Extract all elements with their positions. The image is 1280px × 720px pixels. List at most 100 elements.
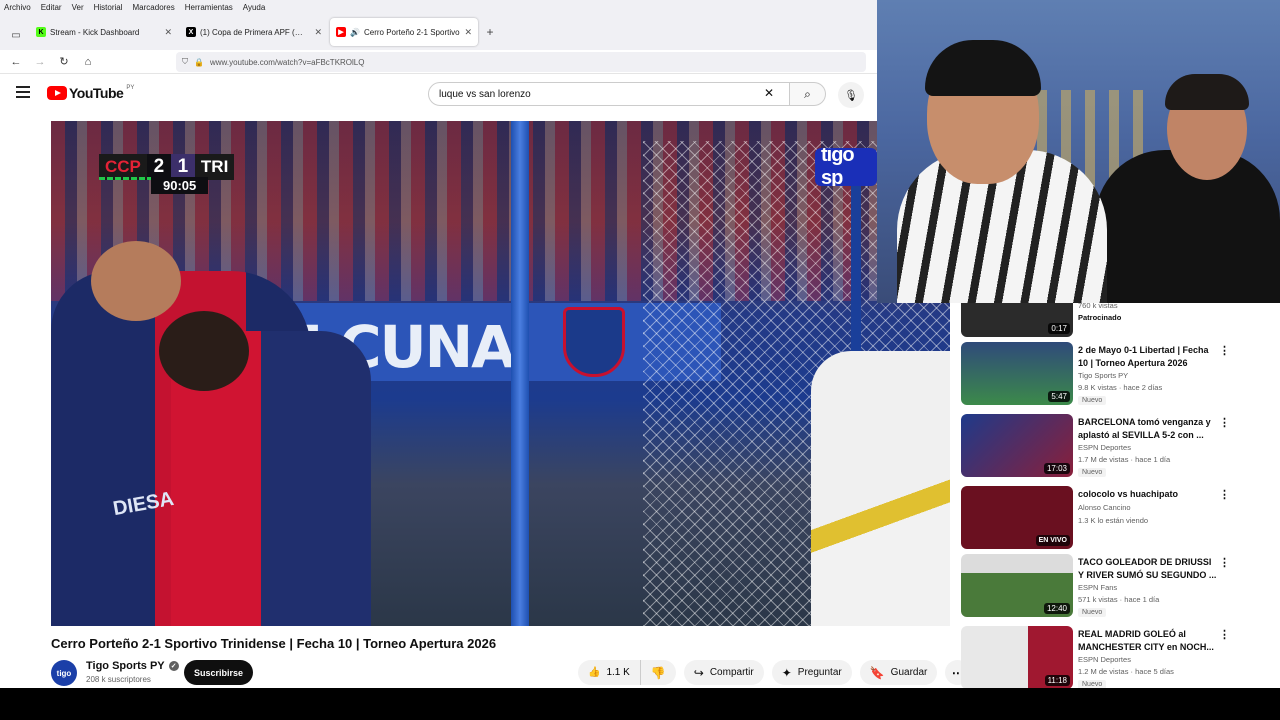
- live-badge: EN VIVO: [1035, 535, 1070, 546]
- menu-historial[interactable]: Historial: [94, 3, 123, 12]
- home-button[interactable]: ⌂: [76, 50, 100, 74]
- more-options-icon[interactable]: ⋮: [1219, 488, 1230, 501]
- youtube-wordmark: YouTube: [69, 85, 124, 101]
- thumbs-up-icon: 👍: [588, 667, 601, 678]
- verified-icon: ✓: [168, 661, 179, 671]
- video-duration: 0:17: [1048, 323, 1070, 334]
- youtube-logo[interactable]: YouTube PY: [47, 85, 134, 101]
- channel-name[interactable]: ESPN Deportes: [1078, 654, 1131, 666]
- goal-post: [511, 121, 529, 626]
- url-text: www.youtube.com/watch?v=aFBcTKROlLQ: [209, 57, 365, 67]
- channel-name-text: Tigo Sports PY: [86, 660, 165, 672]
- voice-search-button[interactable]: 🎙: [838, 82, 864, 108]
- forward-button[interactable]: →: [28, 50, 52, 74]
- youtube-play-icon: [47, 86, 67, 100]
- recommendation-item[interactable]: 12:40 TACO GOLEADOR DE DRIUSSI Y RIVER S…: [961, 554, 1280, 618]
- streamer-right-hair: [1165, 74, 1249, 110]
- share-label: Compartir: [709, 667, 754, 678]
- video-thumbnail[interactable]: 0:17: [961, 303, 1073, 337]
- recommendation-item[interactable]: EN VIVO colocolo vs huachipato Alonso Ca…: [961, 486, 1280, 550]
- channel-name[interactable]: ESPN Fans: [1078, 582, 1117, 594]
- tab-x-copa[interactable]: X (1) Copa de Primera APF (@Cop ✕: [180, 18, 328, 46]
- streamer-left-hair: [925, 40, 1041, 96]
- recommendation-item[interactable]: 17:03 BARCELONA tomó venganza y aplastó …: [961, 414, 1280, 478]
- video-title[interactable]: BARCELONA tomó venganza y aplastó al SEV…: [1078, 416, 1218, 442]
- letterbox-bar: [0, 688, 1280, 720]
- player-head: [91, 241, 181, 321]
- video-title: Cerro Porteño 2-1 Sportivo Trinidense | …: [51, 636, 497, 651]
- menu-ayuda[interactable]: Ayuda: [243, 3, 266, 12]
- channel-name[interactable]: Alonso Cancino: [1078, 502, 1131, 514]
- tigo-sports-watermark: tigo sp: [815, 148, 877, 186]
- thumbs-down-icon: 👎: [650, 665, 666, 680]
- tab-list-icon[interactable]: ▭: [4, 20, 28, 50]
- video-title[interactable]: REAL MADRID GOLEÓ al MANCHESTER CITY en …: [1078, 628, 1218, 654]
- dislike-button[interactable]: 👎: [641, 660, 676, 685]
- ask-button[interactable]: ✦ Preguntar: [771, 660, 852, 685]
- goalkeeper-figure: [811, 351, 950, 626]
- menu-herramientas[interactable]: Herramientas: [185, 3, 233, 12]
- search-input[interactable]: luque vs san lorenzo: [428, 82, 790, 106]
- close-tab-icon[interactable]: ✕: [164, 27, 172, 38]
- video-thumbnail[interactable]: 17:03: [961, 414, 1073, 477]
- scoreboard-stripe: [99, 177, 155, 180]
- more-options-icon[interactable]: ⋮: [1219, 344, 1230, 357]
- like-button[interactable]: 👍 1.1 K: [578, 660, 641, 685]
- new-badge: Nuevo: [1078, 680, 1107, 688]
- menu-editar[interactable]: Editar: [41, 3, 62, 12]
- close-tab-icon[interactable]: ✕: [314, 27, 322, 38]
- video-thumbnail[interactable]: EN VIVO: [961, 486, 1073, 549]
- recommendation-item[interactable]: 0:17 760 k vistas Patrocinado: [961, 303, 1280, 338]
- sponsored-label: Patrocinado: [1078, 313, 1122, 322]
- channel-name[interactable]: ESPN Deportes: [1078, 442, 1131, 454]
- search-query: luque vs san lorenzo: [439, 88, 531, 100]
- video-duration: 17:03: [1043, 463, 1070, 474]
- tab-title: (1) Copa de Primera APF (@Cop: [200, 27, 311, 37]
- clear-search-icon[interactable]: ✕: [764, 86, 774, 100]
- video-stats: 1.2 M de vistas · hace 5 días: [1078, 667, 1174, 676]
- reload-button[interactable]: ↻: [52, 50, 76, 74]
- tab-youtube-video[interactable]: ▶ 🔊 Cerro Porteño 2-1 Sportivo ✕: [330, 18, 478, 46]
- video-duration: 11:18: [1044, 675, 1070, 686]
- channel-name[interactable]: Tigo Sports PY ✓: [86, 660, 179, 672]
- video-duration: 12:40: [1043, 603, 1070, 614]
- more-options-icon[interactable]: ⋮: [1219, 556, 1230, 569]
- more-options-icon[interactable]: ⋮: [1219, 628, 1230, 641]
- menu-marcadores[interactable]: Marcadores: [133, 3, 175, 12]
- subscribe-button[interactable]: Suscribirse: [184, 660, 253, 685]
- video-thumbnail[interactable]: 11:18: [961, 626, 1073, 688]
- video-thumbnail[interactable]: 12:40: [961, 554, 1073, 617]
- video-title[interactable]: TACO GOLEADOR DE DRIUSSI Y RIVER SUMÓ SU…: [1078, 556, 1218, 582]
- tab-strip: ▭ K Stream - Kick Dashboard ✕ X (1) Copa…: [0, 14, 877, 50]
- save-button[interactable]: 🔖 Guardar: [859, 660, 938, 685]
- tab-kick-dashboard[interactable]: K Stream - Kick Dashboard ✕: [30, 18, 178, 46]
- speaker-icon[interactable]: 🔊: [350, 28, 360, 37]
- search-button[interactable]: ⌕: [790, 82, 826, 106]
- recommendation-item[interactable]: 5:47 2 de Mayo 0-1 Libertad | Fecha 10 |…: [961, 342, 1280, 406]
- more-options-icon[interactable]: ⋮: [1219, 416, 1230, 429]
- menu-icon[interactable]: [16, 86, 30, 98]
- back-button[interactable]: ←: [4, 50, 28, 74]
- kick-icon: K: [36, 27, 46, 37]
- shield-icon[interactable]: ⛉: [182, 57, 188, 67]
- video-title[interactable]: 2 de Mayo 0-1 Libertad | Fecha 10 | Torn…: [1078, 344, 1218, 370]
- channel-avatar[interactable]: tigo: [51, 660, 77, 686]
- club-crest: [563, 307, 625, 377]
- address-bar[interactable]: ⛉ 🔒 www.youtube.com/watch?v=aFBcTKROlLQ: [176, 52, 866, 72]
- video-player[interactable]: DE CUNA DIESA CCP 2 1 TRI 90:05 tigo sp: [51, 121, 950, 626]
- live-viewers: 1.3 K lo están viendo: [1078, 516, 1149, 525]
- close-tab-icon[interactable]: ✕: [464, 27, 472, 38]
- video-title[interactable]: colocolo vs huachipato: [1078, 488, 1218, 501]
- menu-ver[interactable]: Ver: [72, 3, 84, 12]
- channel-name[interactable]: Tigo Sports PY: [1078, 370, 1128, 382]
- recommendation-item[interactable]: 11:18 REAL MADRID GOLEÓ al MANCHESTER CI…: [961, 626, 1280, 688]
- search-icon: ⌕: [804, 86, 811, 101]
- lock-icon[interactable]: 🔒: [194, 58, 204, 67]
- video-stats: 1.7 M de vistas · hace 1 día: [1078, 455, 1171, 464]
- video-thumbnail[interactable]: 5:47: [961, 342, 1073, 405]
- menu-archivo[interactable]: Archivo: [4, 3, 31, 12]
- new-tab-button[interactable]: +: [480, 18, 500, 46]
- share-button[interactable]: ↪ Compartir: [683, 660, 764, 685]
- new-badge: Nuevo: [1078, 608, 1107, 617]
- x-logo-icon: X: [186, 27, 196, 37]
